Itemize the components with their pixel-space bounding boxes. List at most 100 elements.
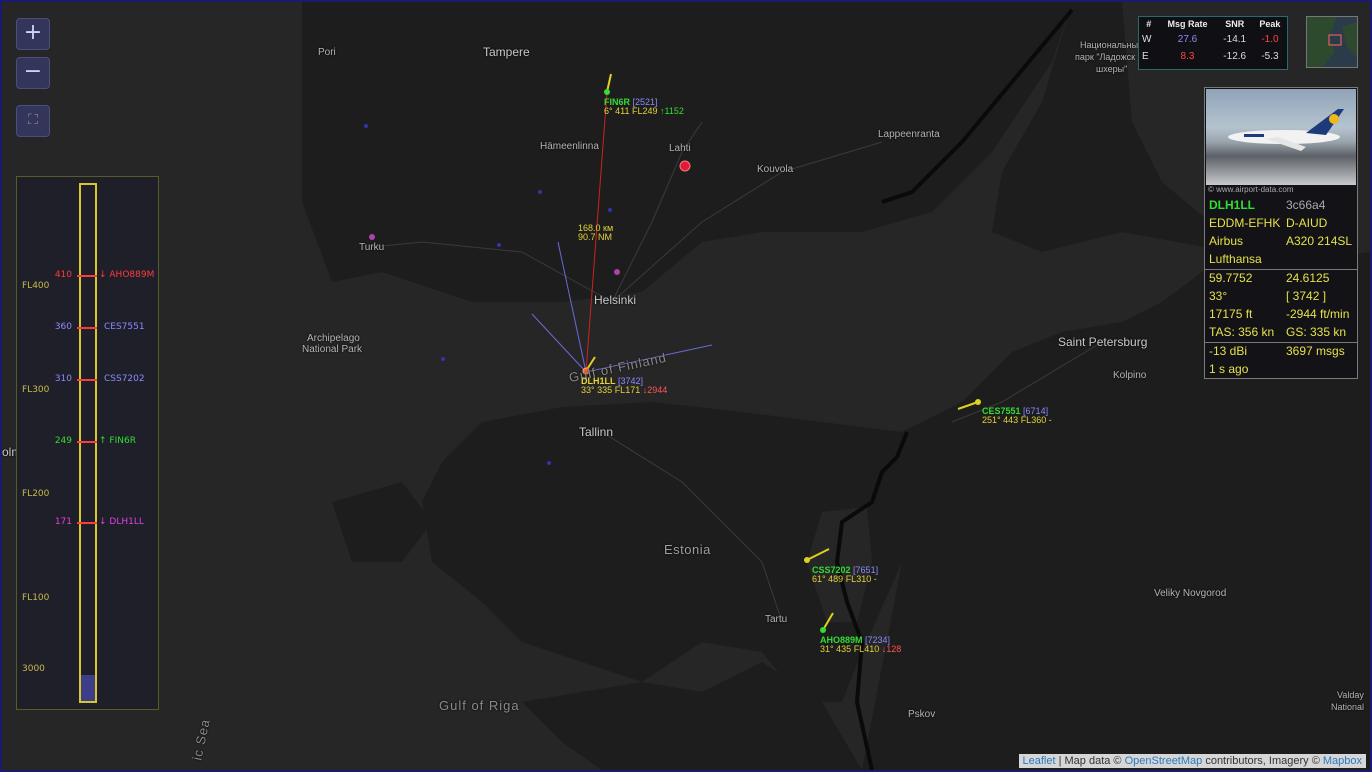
stats-cell: -5.3 [1261, 51, 1279, 62]
stats-header: # [1146, 19, 1152, 29]
place-label: Lappeenranta [878, 129, 940, 140]
place-label: National Park [302, 344, 363, 355]
info-messages: 3697 msgs [1286, 344, 1345, 358]
aircraft-label-dlh1ll[interactable]: DLH1LL [3742] 33° 335 FL171 ↓2944 [581, 377, 667, 395]
info-callsign: DLH1LL [1209, 198, 1255, 212]
place-label: Estonia [664, 542, 711, 557]
mapbox-link[interactable]: Mapbox [1323, 755, 1362, 767]
info-squawk: [ 3742 ] [1286, 289, 1327, 303]
place-label: National [1331, 702, 1365, 712]
altitude-value: 171 [54, 517, 72, 527]
info-route: EDDM-EFHK [1209, 216, 1281, 230]
place-label: Tallinn [579, 425, 614, 439]
altitude-marker [77, 379, 97, 381]
zoom-in-button[interactable]: + [16, 18, 50, 50]
place-label: Lahti [669, 143, 691, 154]
altitude-callsign[interactable]: CES7551 [104, 322, 145, 332]
info-longitude: 24.6125 [1286, 271, 1330, 285]
place-label: Gulf of Riga [439, 698, 520, 713]
flight-level-label: FL100 [22, 593, 50, 603]
map-attribution: Leaflet | Map data © OpenStreetMap contr… [1018, 754, 1366, 768]
track-line-blue3 [531, 313, 587, 373]
receiver-stats-table: # Msg Rate SNR Peak W 27.6 -14.1 -1.0 E … [1138, 16, 1288, 70]
altitude-marker [77, 327, 97, 329]
place-label: Saint Petersburg [1058, 335, 1148, 349]
info-type: A320 214SL [1286, 234, 1353, 248]
stats-cell: 27.6 [1177, 34, 1198, 45]
altitude-marker [77, 275, 97, 277]
stats-row: E 8.3 -12.6 -5.3 [1139, 48, 1287, 65]
place-label: Turku [359, 242, 385, 253]
info-latitude: 59.7752 [1209, 271, 1253, 285]
attribution-text: contributors, Imagery © [1202, 755, 1323, 767]
stats-cell: E [1142, 51, 1149, 62]
place-label: Pskov [908, 709, 936, 720]
altitude-value: 410 [54, 270, 72, 280]
place-label: Veliky Novgorod [1154, 588, 1227, 599]
aircraft-label-aho889m[interactable]: AHO889M [7234] 31° 435 FL410 ↓128 [820, 636, 901, 654]
stats-cell: W [1142, 34, 1152, 45]
stats-cell: -1.0 [1261, 34, 1279, 45]
altitude-marker [77, 522, 97, 524]
place-label: Pori [318, 47, 336, 58]
info-vertical-rate: -2944 ft/min [1286, 307, 1350, 321]
altitude-callsign[interactable]: ↓ AHO889M [99, 270, 154, 280]
aircraft-label-fin6r[interactable]: FIN6R [2521] 6° 411 FL249 ↑1152 [604, 98, 684, 116]
stats-cell: -12.6 [1223, 51, 1247, 62]
minimap[interactable] [1306, 16, 1358, 68]
island [332, 482, 432, 562]
zoom-out-button[interactable]: − [16, 57, 50, 89]
stats-header: Peak [1259, 19, 1281, 29]
map-frame: Pori Tampere Hämeenlinna Lahti Kouvola L… [0, 0, 1372, 772]
info-altitude: 17175 ft [1209, 307, 1253, 321]
altitude-value: 249 [54, 436, 72, 446]
altitude-callsign[interactable]: CSS7202 [104, 374, 145, 384]
stats-cell: -14.1 [1223, 34, 1247, 45]
place-label: Tampere [483, 45, 530, 59]
place-label: Archipelago [307, 333, 360, 344]
altitude-panel: FL400 FL300 FL200 FL100 3000 410 ↓ AHO88… [16, 176, 159, 710]
photo-credit: © www.airport-data.com [1208, 185, 1294, 194]
altitude-callsign[interactable]: ↑ FIN6R [99, 436, 136, 446]
place-label: Kouvola [757, 164, 794, 175]
stats-cell: 8.3 [1180, 51, 1195, 62]
altitude-floor-fill [81, 675, 95, 701]
place-label: Национальный [1080, 40, 1144, 50]
info-manufacturer: Airbus [1209, 234, 1244, 248]
map-canvas[interactable] [2, 2, 1370, 770]
place-label: Valday [1337, 690, 1364, 700]
aircraft-photo[interactable] [1206, 89, 1356, 185]
stats-row: W 27.6 -14.1 -1.0 [1139, 31, 1287, 48]
fit-bounds-button[interactable]: ⛶ [16, 105, 50, 137]
osm-link[interactable]: OpenStreetMap [1125, 755, 1203, 767]
info-hex: 3c66a4 [1286, 198, 1326, 212]
info-registration: D-AIUD [1286, 216, 1328, 230]
stats-header: SNR [1225, 19, 1245, 29]
altitude-callsign[interactable]: ↓ DLH1LL [99, 517, 144, 527]
place-label: парк "Ладожск [1075, 52, 1136, 62]
info-gs: GS: 335 kn [1286, 325, 1347, 339]
aircraft-label-ces7551[interactable]: CES7551 [6714] 251° 443 FL360 - [982, 407, 1052, 425]
flight-level-label: FL200 [22, 489, 50, 499]
altitude-value: 310 [54, 374, 72, 384]
aircraft-label-css7202[interactable]: CSS7202 [7651] 61° 489 FL310 - [812, 566, 878, 584]
receiver-marker [679, 160, 691, 172]
flight-level-label: FL300 [22, 385, 50, 395]
attribution-text: | Map data © [1055, 755, 1125, 767]
altitude-value: 360 [54, 322, 72, 332]
altitude-bar [79, 183, 97, 703]
place-label: Hämeenlinna [540, 141, 599, 152]
place-label: Tartu [765, 614, 788, 625]
info-tas: TAS: 356 kn [1209, 325, 1275, 339]
leaflet-link[interactable]: Leaflet [1023, 755, 1056, 767]
distance-label: 168.0 км 90.7 NM [578, 223, 614, 242]
place-label: шхеры" [1096, 64, 1128, 74]
info-signal: -13 dBi [1209, 344, 1248, 358]
info-age: 1 s ago [1209, 362, 1249, 376]
altitude-marker [77, 441, 97, 443]
aircraft-info-panel: © www.airport-data.com DLH1LL 3c66a4 EDD… [1204, 87, 1358, 379]
flight-level-label: 3000 [22, 664, 45, 674]
info-track: 33° [1209, 289, 1228, 303]
place-label: Kolpino [1113, 370, 1147, 381]
stats-header: Msg Rate [1167, 19, 1208, 29]
